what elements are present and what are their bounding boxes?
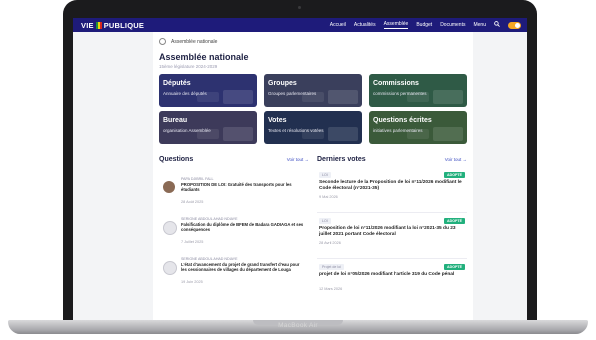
tile-desc: initiatives parlementaires bbox=[373, 128, 423, 133]
camera bbox=[298, 6, 301, 9]
question-date: 7 Juillet 2025 bbox=[181, 240, 204, 244]
tile-votes[interactable]: Votes Textes et résolutions votées bbox=[264, 111, 362, 144]
status-badge: ADOPTÉ bbox=[444, 172, 465, 178]
tile-title: Députés bbox=[163, 80, 191, 87]
nav-link-documents[interactable]: Documents bbox=[440, 22, 465, 28]
questions-panel: Questions Voir tout → PAPA DJIBRIL FALL … bbox=[159, 156, 309, 316]
tile-title: Votes bbox=[268, 117, 287, 124]
vote-date: 9 Mai 2026 bbox=[319, 195, 338, 199]
question-item[interactable]: PAPA DJIBRIL FALL PROPOSITION DE LOI: Gr… bbox=[159, 175, 309, 215]
logo-text-right: PUBLIQUE bbox=[103, 20, 145, 30]
vote-date: 28 Avril 2026 bbox=[319, 241, 341, 245]
tile-bureau[interactable]: Bureau organisation Assemblée bbox=[159, 111, 257, 144]
nav-link-menu[interactable]: Menu bbox=[473, 22, 486, 28]
breadcrumb: Assemblée nationale bbox=[159, 38, 217, 45]
screen: VIE PUBLIQUE Accueil Actualités Assemblé… bbox=[73, 18, 527, 320]
question-item[interactable]: SERIGNE ABDOUL AHAD NDIAYE L'état d'avan… bbox=[159, 255, 309, 295]
question-title[interactable]: L'état d'avancement du projet de grand t… bbox=[181, 262, 305, 273]
tile-desc: Annuaire des députés bbox=[163, 91, 207, 96]
tile-commissions[interactable]: Commissions commissions permanentes bbox=[369, 74, 467, 107]
page-subtitle: 15ème législature 2024-2029 bbox=[159, 64, 218, 69]
votes-panel: Derniers votes Voir tout → LOI ADOPTÉ Se… bbox=[317, 156, 467, 316]
nav-link-assemblee[interactable]: Assemblée bbox=[383, 21, 409, 29]
tile-title: Bureau bbox=[163, 117, 188, 124]
tile-deputes[interactable]: Députés Annuaire des députés bbox=[159, 74, 257, 107]
top-navbar: VIE PUBLIQUE Accueil Actualités Assemblé… bbox=[73, 18, 527, 32]
vote-title[interactable]: Seconde lecture de la Proposition de loi… bbox=[319, 180, 465, 192]
avatar bbox=[163, 261, 177, 275]
question-author: SERIGNE ABDOUL AHAD NDIAYE bbox=[181, 217, 238, 221]
question-item[interactable]: SERIGNE ABDOUL AHAD NDIAYE Falsification… bbox=[159, 215, 309, 255]
tile-desc: organisation Assemblée bbox=[163, 128, 211, 133]
tile-photo bbox=[328, 127, 358, 141]
tile-photo bbox=[223, 90, 253, 104]
search-icon[interactable] bbox=[494, 21, 500, 29]
nav-link-actualites[interactable]: Actualités bbox=[354, 22, 376, 28]
tile-photo bbox=[433, 90, 463, 104]
vote-item[interactable]: LOI ADOPTÉ Proposition de loi n°11/2026 … bbox=[317, 216, 467, 259]
tile-photo bbox=[223, 127, 253, 141]
vote-type-tag: LOI bbox=[319, 218, 331, 224]
tile-title: Questions écrites bbox=[373, 117, 432, 124]
question-author: SERIGNE ABDOUL AHAD NDIAYE bbox=[181, 257, 238, 261]
main-content: Assemblée nationale Assemblée nationale … bbox=[153, 32, 473, 320]
vote-item[interactable]: Projet de loi ADOPTÉ projet de loi n°05/… bbox=[317, 262, 467, 304]
question-title[interactable]: Falsification du diplôme de BFEM de Bada… bbox=[181, 222, 305, 233]
logo-text-left: VIE bbox=[81, 20, 94, 30]
tile-questions-ecrites[interactable]: Questions écrites initiatives parlementa… bbox=[369, 111, 467, 144]
nav-link-budget[interactable]: Budget bbox=[416, 22, 432, 28]
nav-links: Accueil Actualités Assemblée Budget Docu… bbox=[330, 21, 521, 29]
panel-header: Questions Voir tout → bbox=[159, 156, 309, 168]
avatar bbox=[163, 181, 175, 193]
status-badge: ADOPTÉ bbox=[444, 218, 465, 224]
device-label: MacBook Air bbox=[278, 322, 318, 329]
vote-type-tag: Projet de loi bbox=[319, 264, 344, 270]
vote-item[interactable]: LOI ADOPTÉ Seconde lecture de la Proposi… bbox=[317, 170, 467, 213]
questions-see-all-link[interactable]: Voir tout → bbox=[287, 157, 309, 162]
tile-desc: commissions permanentes bbox=[373, 91, 427, 96]
breadcrumb-current: Assemblée nationale bbox=[171, 38, 218, 45]
vote-title[interactable]: Proposition de loi n°11/2026 modifiant l… bbox=[319, 226, 465, 238]
tile-photo bbox=[433, 127, 463, 141]
panel-header: Derniers votes Voir tout → bbox=[317, 156, 467, 168]
tile-photo bbox=[328, 90, 358, 104]
nav-link-accueil[interactable]: Accueil bbox=[330, 22, 346, 28]
tile-groupes[interactable]: Groupes Groupes parlementaires bbox=[264, 74, 362, 107]
votes-see-all-link[interactable]: Voir tout → bbox=[445, 157, 467, 162]
question-date: 19 Juin 2025 bbox=[181, 280, 203, 284]
theme-toggle[interactable] bbox=[508, 21, 521, 29]
page-title: Assemblée nationale bbox=[159, 52, 249, 62]
vote-date: 12 Mars 2026 bbox=[319, 287, 343, 291]
panel-title: Derniers votes bbox=[317, 156, 366, 163]
avatar bbox=[163, 221, 177, 235]
flag-icon bbox=[95, 21, 102, 29]
site-logo[interactable]: VIE PUBLIQUE bbox=[81, 21, 144, 30]
home-icon[interactable] bbox=[159, 38, 166, 45]
status-badge: ADOPTÉ bbox=[444, 264, 465, 270]
tile-title: Commissions bbox=[373, 80, 419, 87]
question-author: PAPA DJIBRIL FALL bbox=[181, 177, 214, 181]
vote-type-tag: LOI bbox=[319, 172, 331, 178]
vote-title[interactable]: projet de loi n°05/2026 modifiant l'arti… bbox=[319, 272, 465, 278]
laptop-lid: VIE PUBLIQUE Accueil Actualités Assemblé… bbox=[63, 0, 537, 322]
tile-title: Groupes bbox=[268, 80, 297, 87]
tile-desc: Groupes parlementaires bbox=[268, 91, 317, 96]
question-title[interactable]: PROPOSITION DE LOI: Gratuité des transpo… bbox=[181, 182, 305, 193]
question-date: 28 Août 2025 bbox=[181, 200, 204, 204]
tile-desc: Textes et résolutions votées bbox=[268, 128, 324, 133]
panel-title: Questions bbox=[159, 156, 194, 163]
